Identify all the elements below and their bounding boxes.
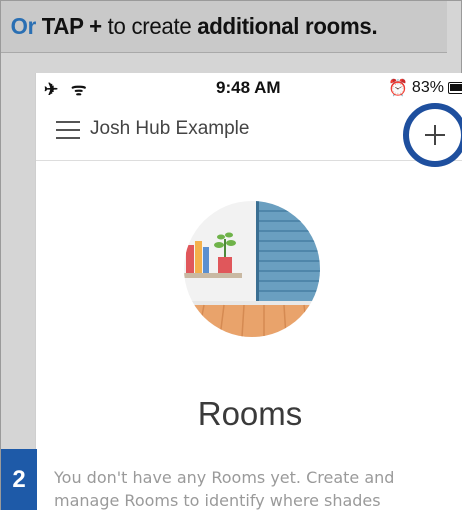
status-time: 9:48 AM (216, 78, 281, 97)
instruction-target: additional rooms. (197, 13, 378, 39)
airplane-wifi-icons: ✈ ᯤ (44, 80, 91, 99)
status-bar: ✈ ᯤ 9:48 AM ⏰ 83% (36, 73, 462, 103)
screenshot-frame: Or TAP + to create additional rooms. ✈ ᯤ… (0, 0, 462, 510)
instruction-or: Or (10, 13, 37, 39)
rooms-heading: Rooms (197, 395, 303, 432)
empty-state-text: You don't have any Rooms yet. Create and… (54, 466, 462, 510)
nav-bar: Josh Hub Example (36, 103, 462, 167)
instruction-middle: to create (107, 13, 192, 39)
phone-screen: ✈ ᯤ 9:48 AM ⏰ 83% Josh Hub Example Rooms… (35, 73, 462, 510)
alarm-icon: ⏰ (388, 80, 408, 97)
hub-title: Josh Hub Example (90, 118, 250, 139)
empty-state-line-2: manage Rooms to identify where shades (54, 491, 381, 510)
plus-icon (425, 125, 445, 145)
step-number-badge: 2 (1, 449, 37, 510)
rooms-illustration (184, 201, 320, 337)
hamburger-menu-icon[interactable] (56, 121, 80, 141)
instruction-tap: TAP + (41, 13, 102, 39)
add-room-button[interactable] (403, 103, 462, 167)
instruction-banner: Or TAP + to create additional rooms. (1, 1, 447, 53)
battery-percent: 83% (411, 79, 444, 96)
battery-status: ⏰ 83% (388, 78, 462, 98)
empty-state-line-1: You don't have any Rooms yet. Create and (54, 468, 395, 487)
battery-icon (447, 82, 462, 94)
